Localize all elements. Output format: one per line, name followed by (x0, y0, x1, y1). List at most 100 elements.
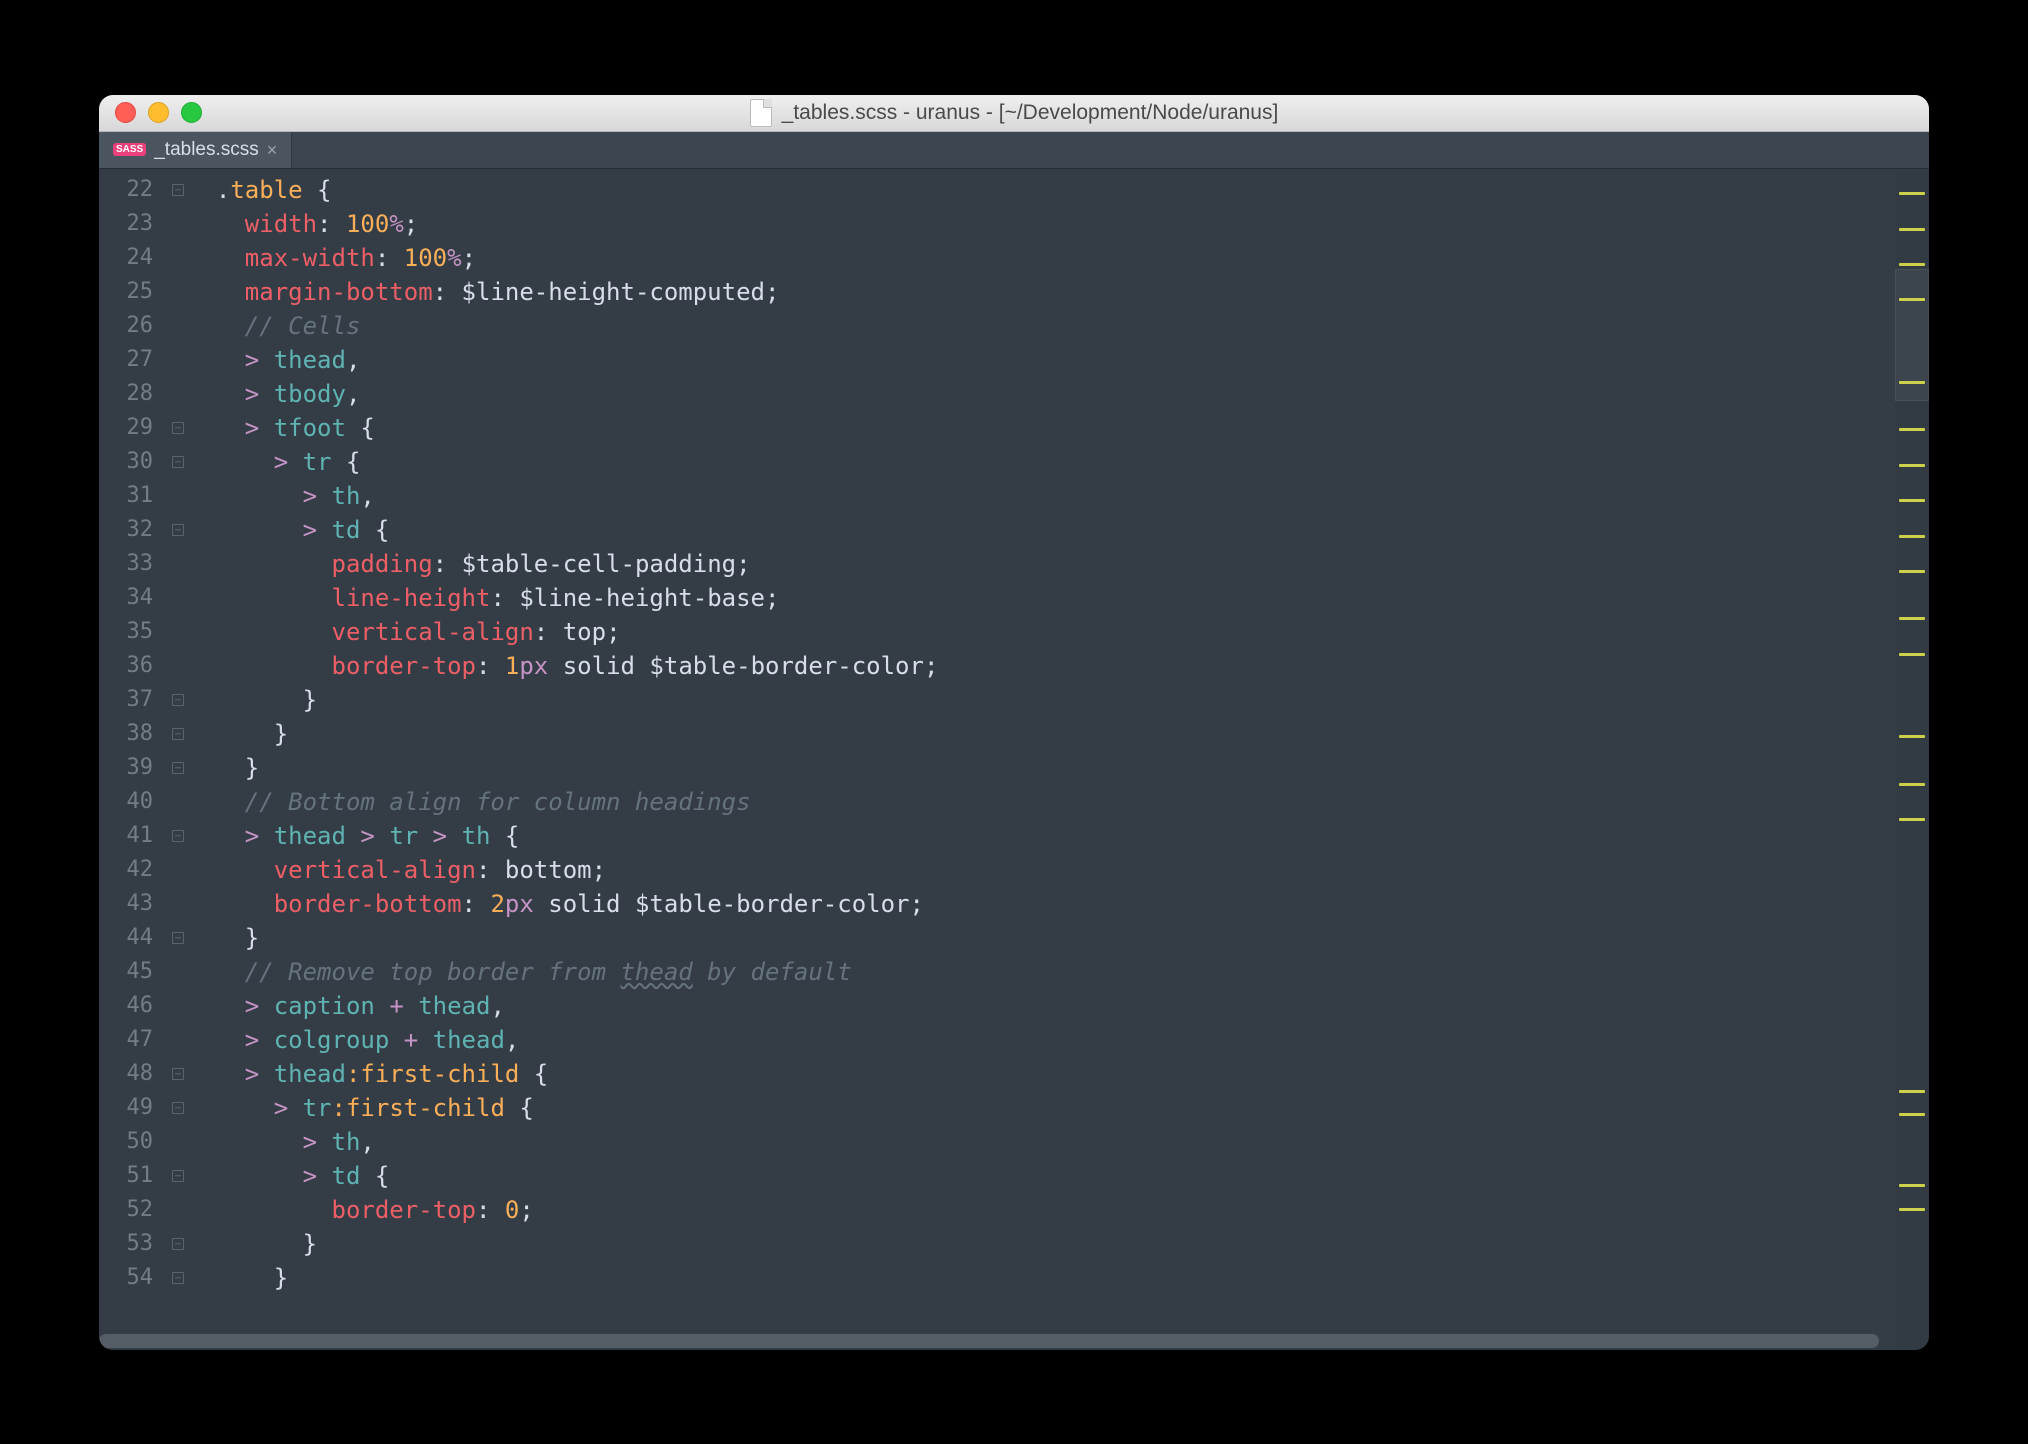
line-number[interactable]: 35 (99, 615, 169, 649)
code-content[interactable]: .table { width: 100%; max-width: 100%; m… (187, 169, 1895, 1350)
line-number[interactable]: 43 (99, 887, 169, 921)
fold-gutter-cell[interactable] (169, 1159, 187, 1193)
line-number[interactable]: 29 (99, 411, 169, 445)
line-number[interactable]: 45 (99, 955, 169, 989)
code-line[interactable]: } (187, 683, 1895, 717)
line-number[interactable]: 28 (99, 377, 169, 411)
fold-gutter-cell (169, 853, 187, 887)
line-number[interactable]: 30 (99, 445, 169, 479)
fold-gutter-cell[interactable] (169, 921, 187, 955)
code-line[interactable]: border-top: 0; (187, 1193, 1895, 1227)
line-number[interactable]: 46 (99, 989, 169, 1023)
tab-filename: _tables.scss (154, 139, 259, 161)
code-line[interactable]: > th, (187, 1125, 1895, 1159)
fold-gutter-cell (169, 1125, 187, 1159)
fold-gutter-cell[interactable] (169, 513, 187, 547)
line-number[interactable]: 24 (99, 241, 169, 275)
line-number[interactable]: 26 (99, 309, 169, 343)
fold-gutter-cell[interactable] (169, 1091, 187, 1125)
code-line[interactable]: // Cells (187, 309, 1895, 343)
code-line[interactable]: // Bottom align for column headings (187, 785, 1895, 819)
line-number[interactable]: 52 (99, 1193, 169, 1227)
line-number[interactable]: 41 (99, 819, 169, 853)
line-number-gutter[interactable]: 2223242526272829303132333435363738394041… (99, 169, 169, 1350)
code-line[interactable]: } (187, 1227, 1895, 1261)
line-number[interactable]: 31 (99, 479, 169, 513)
code-line[interactable]: // Remove top border from thead by defau… (187, 955, 1895, 989)
code-line[interactable]: > tr { (187, 445, 1895, 479)
fold-gutter-cell[interactable] (169, 819, 187, 853)
line-number[interactable]: 36 (99, 649, 169, 683)
code-line[interactable]: border-bottom: 2px solid $table-border-c… (187, 887, 1895, 921)
code-line[interactable]: > thead:first-child { (187, 1057, 1895, 1091)
code-line[interactable]: > caption + thead, (187, 989, 1895, 1023)
fold-gutter-cell[interactable] (169, 411, 187, 445)
code-line[interactable]: } (187, 751, 1895, 785)
line-number[interactable]: 50 (99, 1125, 169, 1159)
code-line[interactable]: vertical-align: top; (187, 615, 1895, 649)
code-line[interactable]: } (187, 717, 1895, 751)
code-line[interactable]: width: 100%; (187, 207, 1895, 241)
line-number[interactable]: 25 (99, 275, 169, 309)
code-line[interactable]: margin-bottom: $line-height-computed; (187, 275, 1895, 309)
line-number[interactable]: 53 (99, 1227, 169, 1261)
code-line[interactable]: .table { (187, 173, 1895, 207)
line-number[interactable]: 32 (99, 513, 169, 547)
tab-close-icon[interactable]: × (267, 141, 278, 159)
code-line[interactable]: max-width: 100%; (187, 241, 1895, 275)
code-line[interactable]: > thead, (187, 343, 1895, 377)
fold-gutter-cell[interactable] (169, 1261, 187, 1295)
horizontal-scrollbar[interactable] (99, 1332, 1895, 1350)
minimap[interactable] (1895, 169, 1929, 1350)
fold-gutter-cell[interactable] (169, 173, 187, 207)
zoom-window-button[interactable] (181, 102, 202, 123)
minimap-mark (1899, 1208, 1925, 1211)
line-number[interactable]: 49 (99, 1091, 169, 1125)
code-line[interactable]: padding: $table-cell-padding; (187, 547, 1895, 581)
fold-gutter-cell[interactable] (169, 1057, 187, 1091)
fold-gutter-cell (169, 615, 187, 649)
tab-active[interactable]: SASS _tables.scss × (99, 132, 292, 168)
code-line[interactable]: > tr:first-child { (187, 1091, 1895, 1125)
editor-area[interactable]: 2223242526272829303132333435363738394041… (99, 169, 1929, 1350)
code-line[interactable]: > th, (187, 479, 1895, 513)
line-number[interactable]: 27 (99, 343, 169, 377)
close-window-button[interactable] (115, 102, 136, 123)
line-number[interactable]: 34 (99, 581, 169, 615)
code-line[interactable]: > td { (187, 1159, 1895, 1193)
code-line[interactable]: > tfoot { (187, 411, 1895, 445)
code-line[interactable]: } (187, 921, 1895, 955)
code-line[interactable]: } (187, 1261, 1895, 1295)
line-number[interactable]: 33 (99, 547, 169, 581)
scrollbar-thumb[interactable] (99, 1334, 1879, 1348)
line-number[interactable]: 39 (99, 751, 169, 785)
line-number[interactable]: 44 (99, 921, 169, 955)
fold-gutter-cell[interactable] (169, 717, 187, 751)
line-number[interactable]: 23 (99, 207, 169, 241)
line-number[interactable]: 22 (99, 173, 169, 207)
line-number[interactable]: 37 (99, 683, 169, 717)
fold-gutter-cell[interactable] (169, 751, 187, 785)
code-line[interactable]: > td { (187, 513, 1895, 547)
code-line[interactable]: border-top: 1px solid $table-border-colo… (187, 649, 1895, 683)
line-number[interactable]: 47 (99, 1023, 169, 1057)
line-number[interactable]: 40 (99, 785, 169, 819)
fold-gutter-cell (169, 955, 187, 989)
fold-gutter-cell[interactable] (169, 683, 187, 717)
line-number[interactable]: 48 (99, 1057, 169, 1091)
code-line[interactable]: line-height: $line-height-base; (187, 581, 1895, 615)
fold-column[interactable] (169, 169, 187, 1350)
code-line[interactable]: > colgroup + thead, (187, 1023, 1895, 1057)
minimap-mark (1899, 818, 1925, 821)
code-line[interactable]: > tbody, (187, 377, 1895, 411)
line-number[interactable]: 42 (99, 853, 169, 887)
fold-gutter-cell[interactable] (169, 1227, 187, 1261)
code-line[interactable]: > thead > tr > th { (187, 819, 1895, 853)
line-number[interactable]: 38 (99, 717, 169, 751)
fold-gutter-cell[interactable] (169, 445, 187, 479)
code-line[interactable]: vertical-align: bottom; (187, 853, 1895, 887)
line-number[interactable]: 54 (99, 1261, 169, 1295)
titlebar[interactable]: _tables.scss - uranus - [~/Development/N… (99, 95, 1929, 132)
minimize-window-button[interactable] (148, 102, 169, 123)
line-number[interactable]: 51 (99, 1159, 169, 1193)
